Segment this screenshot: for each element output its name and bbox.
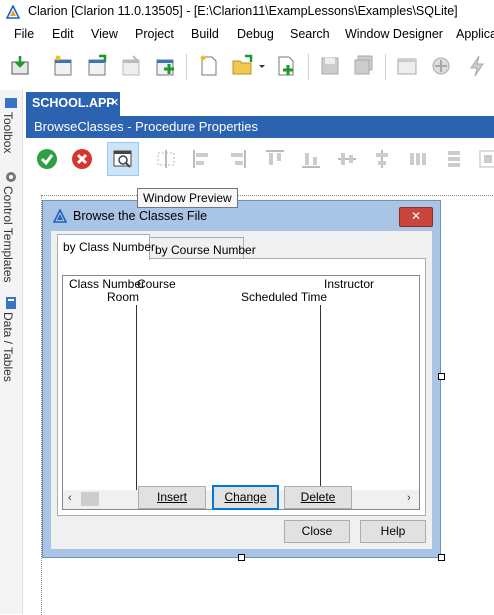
menu-file[interactable]: File <box>14 27 34 41</box>
scrollbar-thumb[interactable] <box>81 492 99 506</box>
window-app-icon <box>53 209 67 223</box>
resize-handle-corner[interactable] <box>438 554 445 561</box>
document-tab-bar: SCHOOL.APP ✕ <box>26 92 494 118</box>
help-label: Help <box>380 524 406 538</box>
close-icon: ✕ <box>410 209 422 223</box>
insert-label: Insert <box>156 490 187 504</box>
menu-bar: File Edit View Project Build Debug Searc… <box>0 24 494 46</box>
column-divider <box>136 305 137 491</box>
cancel-x-icon[interactable] <box>70 147 94 171</box>
tab-label: SCHOOL.APP <box>32 96 115 110</box>
window-icon[interactable] <box>395 54 419 78</box>
delete-button[interactable]: Delete <box>284 486 352 509</box>
generate-icon[interactable] <box>429 54 453 78</box>
app-title-bar: Clarion [Clarion 11.0.13505] - [E:\Clari… <box>0 0 494 24</box>
new-file-icon[interactable] <box>197 54 221 78</box>
tab-by-course-number[interactable]: by Course Number <box>149 237 256 260</box>
align-right-icon[interactable] <box>225 147 249 171</box>
side-pad-strip: Toolbox Control Templates Data / Tables <box>0 90 23 614</box>
menu-search[interactable]: Search <box>290 27 330 41</box>
menu-application[interactable]: Applica <box>456 27 494 41</box>
change-button[interactable]: Change <box>212 485 279 510</box>
change-label: Change <box>224 490 267 504</box>
designer-toolbar <box>26 138 494 182</box>
menu-debug[interactable]: Debug <box>237 27 274 41</box>
data-tables-tab[interactable]: Data / Tables <box>1 312 15 382</box>
help-button[interactable]: Help <box>360 520 426 543</box>
resize-handle-bottom[interactable] <box>238 554 245 561</box>
menu-build[interactable]: Build <box>191 27 219 41</box>
window-preview-button[interactable] <box>107 142 139 176</box>
align-top-icon[interactable] <box>263 147 287 171</box>
toolbar-separator <box>385 54 386 80</box>
main-toolbar <box>0 48 494 88</box>
menu-edit[interactable]: Edit <box>52 27 74 41</box>
tab-label: by Class Number <box>63 240 156 254</box>
toolbox-tab[interactable]: Toolbox <box>1 112 15 153</box>
browse-list[interactable]: Class Number Room Course Scheduled Time … <box>62 275 420 510</box>
save-all-icon[interactable] <box>352 54 376 78</box>
import-icon[interactable] <box>8 54 32 78</box>
toolbox-icon <box>5 98 17 108</box>
add-app-icon[interactable] <box>153 54 177 78</box>
designed-window[interactable]: Browse the Classes File ✕ by Class Numbe… <box>42 200 441 558</box>
close-label: Close <box>301 524 333 538</box>
delete-label: Delete <box>300 490 336 504</box>
toolbar-separator <box>308 54 309 80</box>
tab-panel: Class Number Room Course Scheduled Time … <box>57 258 426 516</box>
insert-button[interactable]: Insert <box>138 486 206 509</box>
window-client-area: by Class Number by Course Number Class N… <box>51 231 432 549</box>
menu-window-designer[interactable]: Window Designer <box>345 27 443 41</box>
add-file-icon[interactable] <box>274 54 298 78</box>
tooltip: Window Preview <box>137 188 238 208</box>
open-folder-icon[interactable] <box>231 54 255 78</box>
align-center-icon[interactable] <box>154 147 178 171</box>
scroll-left-icon[interactable]: ‹ <box>68 492 72 504</box>
close-app-icon[interactable] <box>119 54 143 78</box>
chevron-down-icon[interactable] <box>257 54 267 78</box>
window-preview-icon <box>113 150 132 168</box>
size-icon[interactable] <box>476 147 494 171</box>
build-lightning-icon[interactable] <box>465 54 489 78</box>
clarion-logo-icon <box>6 5 20 19</box>
align-bottom-icon[interactable] <box>299 147 323 171</box>
data-tables-icon <box>6 297 16 309</box>
header-scheduled-time[interactable]: Scheduled Time <box>241 290 327 304</box>
header-class-number[interactable]: Class Number <box>69 277 145 291</box>
tab-label: by Course Number <box>155 243 256 257</box>
align-left-icon[interactable] <box>190 147 214 171</box>
column-divider <box>320 305 321 491</box>
space-horizontal-icon[interactable] <box>406 147 430 171</box>
window-close-button[interactable]: ✕ <box>399 207 433 227</box>
procedure-title: BrowseClasses - Procedure Properties <box>34 119 258 134</box>
header-course[interactable]: Course <box>137 277 176 291</box>
tab-school-app[interactable]: SCHOOL.APP ✕ <box>26 92 120 116</box>
space-vertical-icon[interactable] <box>442 147 466 171</box>
open-app-icon[interactable] <box>85 54 109 78</box>
control-templates-icon <box>6 172 16 182</box>
window-title: Browse the Classes File <box>73 209 208 223</box>
close-button[interactable]: Close <box>284 520 350 543</box>
control-templates-tab[interactable]: Control Templates <box>1 186 15 283</box>
menu-project[interactable]: Project <box>135 27 174 41</box>
menu-view[interactable]: View <box>91 27 118 41</box>
new-app-icon[interactable] <box>51 54 75 78</box>
save-icon[interactable] <box>318 54 342 78</box>
app-title: Clarion [Clarion 11.0.13505] - [E:\Clari… <box>28 4 458 18</box>
center-vertical-icon[interactable] <box>370 147 394 171</box>
resize-handle-right[interactable] <box>438 373 445 380</box>
align-middle-icon[interactable] <box>335 147 359 171</box>
tab-by-class-number[interactable]: by Class Number <box>57 234 155 260</box>
header-instructor[interactable]: Instructor <box>324 277 374 291</box>
close-icon[interactable]: ✕ <box>110 96 119 109</box>
ok-check-icon[interactable] <box>35 147 59 171</box>
procedure-properties-header: BrowseClasses - Procedure Properties <box>26 116 494 138</box>
header-room[interactable]: Room <box>107 290 139 304</box>
toolbar-separator <box>186 54 187 80</box>
scroll-right-icon[interactable]: › <box>407 492 411 504</box>
